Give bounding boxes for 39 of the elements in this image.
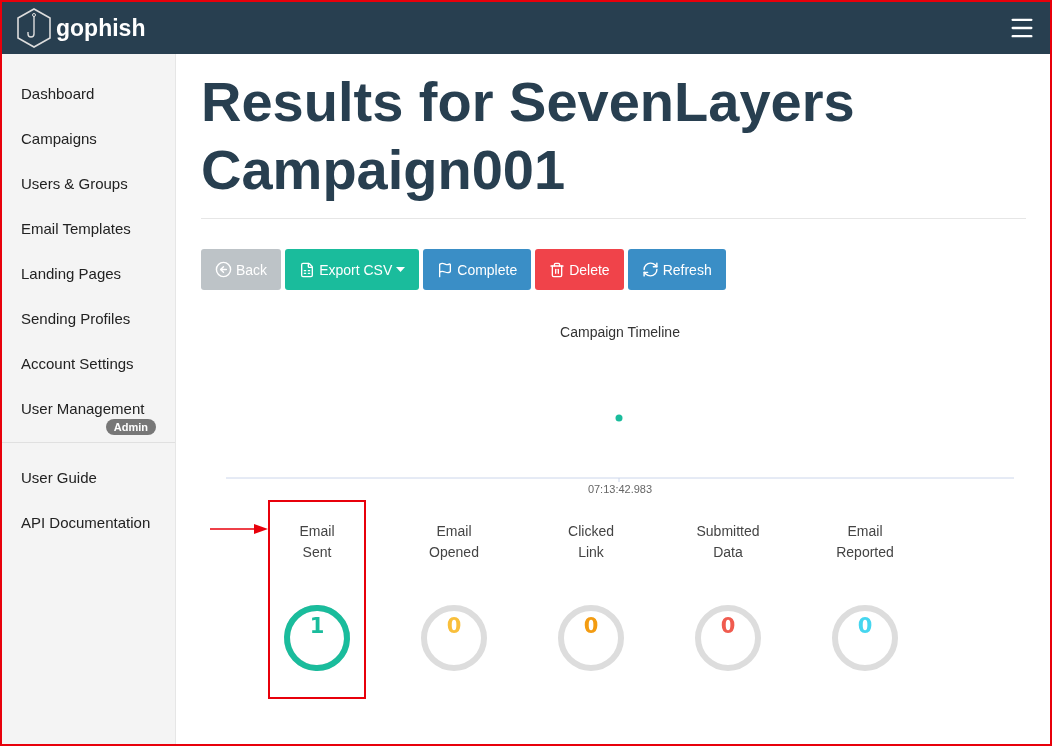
stat-label: Submitted Data [696,522,760,562]
refresh-button[interactable]: Refresh [627,249,726,290]
complete-button[interactable]: Complete [423,249,532,290]
sidebar-item[interactable]: Dashboard [2,71,175,116]
donut-chart [420,604,488,672]
sidebar-item[interactable]: Sending Profiles [2,296,175,341]
sidebar-item[interactable]: API Documentation [2,500,175,545]
flag-icon [437,261,454,278]
sidebar-item[interactable]: User Management [2,386,175,419]
stat-value: 0 [719,614,737,638]
sidebar-item[interactable]: Users & Groups [2,161,175,206]
trash-icon [549,261,566,278]
spreadsheet-icon [299,261,316,278]
chart-title: Campaign Timeline [560,324,680,340]
donut-chart [831,604,899,672]
sidebar-item[interactable]: Account Settings [2,341,175,386]
sidebar-item[interactable]: Email Templates [2,206,175,251]
stat-label: Clicked Link [568,522,614,562]
page-title: Results for SevenLayers Campaign001 [201,68,1026,219]
stat-label: Email Opened [429,522,479,562]
stat-label: Email Sent [299,522,335,562]
stat-label: Email Reported [836,522,894,562]
admin-badge: Admin [105,419,156,435]
caret-icon [396,266,406,273]
time-axis-label: 07:13:42.983 [587,483,653,495]
sidebar-item[interactable]: Landing Pages [2,251,175,296]
stat-value: 0 [582,614,600,638]
donut-chart [694,604,762,672]
sidebar-item[interactable]: Campaigns [2,116,175,161]
stat-value: 0 [856,614,874,638]
sidebar-item[interactable]: User Guide [2,455,175,500]
hexagon-hook-logo-icon [16,8,52,48]
donut-chart [283,604,351,672]
stat-value: 0 [445,614,463,638]
delete-button[interactable]: Delete [535,249,624,290]
donut-chart [557,604,625,672]
stat-value: 1 [308,614,326,638]
brand-name[interactable]: gophish [56,14,146,42]
refresh-icon [641,261,659,278]
